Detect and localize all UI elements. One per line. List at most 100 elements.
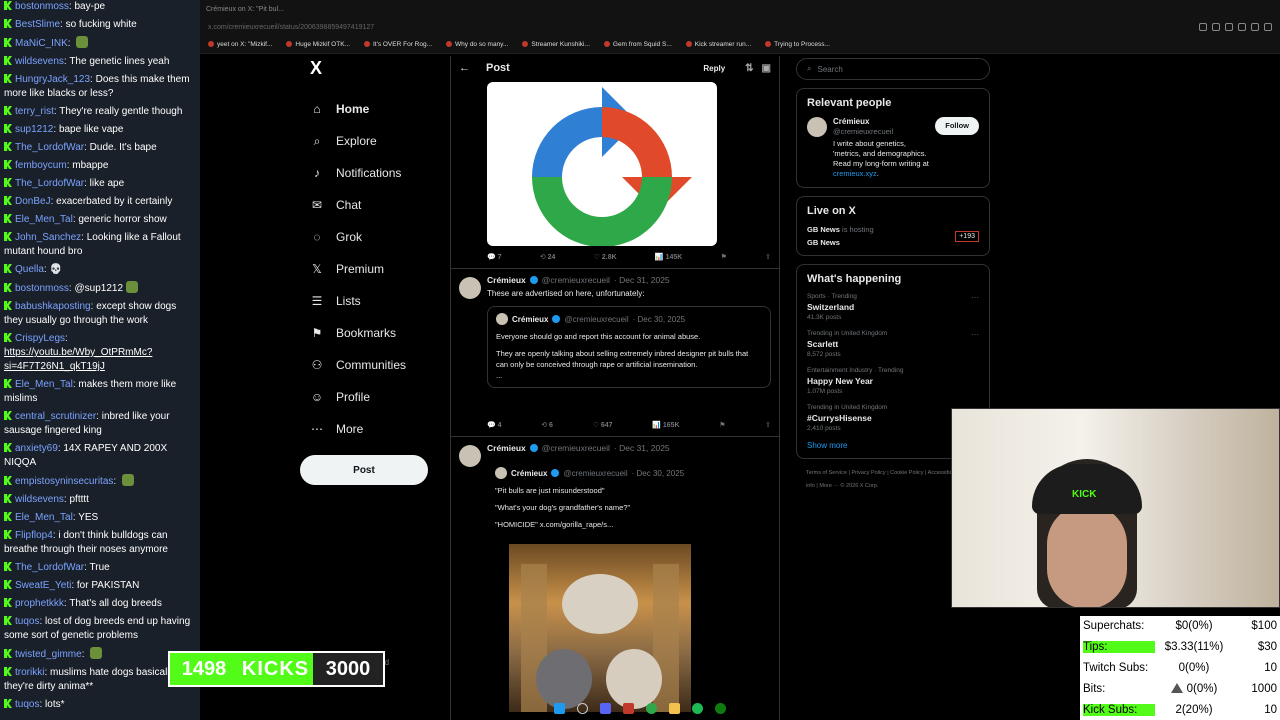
nav-item-more[interactable]: ⋯ More	[300, 413, 450, 445]
nav-item-lists[interactable]: ☰ Lists	[300, 285, 450, 317]
nav-item-explore[interactable]: ⌕ Explore	[300, 125, 450, 157]
bookmark-item[interactable]: Gem from Squid S...	[604, 41, 672, 48]
app-icon[interactable]	[623, 702, 634, 714]
chat-username[interactable]: wildsevens	[15, 494, 64, 505]
chat-username[interactable]: DonBeJ	[15, 196, 51, 207]
bookmark-item[interactable]: Trying to Process...	[765, 41, 830, 48]
chat-username[interactable]: MaNiC_INK	[15, 38, 68, 49]
chat-username[interactable]: tuqos	[15, 616, 39, 627]
chat-username[interactable]: bostonmoss	[15, 1, 69, 12]
more-options-icon[interactable]: ···	[971, 293, 979, 302]
nav-item-profile[interactable]: ☺ Profile	[300, 381, 450, 413]
chrome-icon[interactable]	[646, 702, 657, 714]
chat-username[interactable]: The_LordofWar	[15, 562, 84, 573]
author-name[interactable]: Crémieux	[487, 443, 526, 453]
tab-title[interactable]: Crémieux on X: "Pit bul...	[206, 6, 284, 13]
chat-username[interactable]: Ele_Men_Tal	[15, 214, 73, 225]
tweet[interactable]: Crémieux @cremieuxrecueil · Dec 31, 2025…	[451, 436, 779, 712]
spotify-icon[interactable]	[692, 702, 703, 714]
layout-icon[interactable]: ▣	[762, 63, 771, 74]
repost-count[interactable]: ⟲ 6	[541, 421, 553, 429]
bookmark-item[interactable]: Why do so many...	[446, 41, 508, 48]
quoted-tweet[interactable]: Crémieux @cremieuxrecueil · Dec 30, 2025…	[487, 459, 771, 536]
repost-count[interactable]: ⟲ 24	[540, 253, 556, 261]
chat-username[interactable]: Quella	[15, 264, 44, 275]
chat-username[interactable]: John_Sanchez	[15, 232, 81, 243]
person-handle[interactable]: @cremieuxrecueil	[833, 127, 929, 137]
chat-username[interactable]: Ele_Men_Tal	[15, 512, 73, 523]
chat-username[interactable]: HungryJack_123	[15, 74, 90, 85]
nav-item-premium[interactable]: 𝕏 Premium	[300, 253, 450, 285]
play-icon[interactable]	[1251, 23, 1259, 31]
chat-username[interactable]: twisted_gimme	[15, 649, 82, 660]
chat-username[interactable]: CrispyLegs	[15, 333, 65, 344]
chat-username[interactable]: trorikki	[15, 667, 44, 678]
chat-username[interactable]: Flipflop4	[15, 530, 53, 541]
follow-button[interactable]: Follow	[935, 117, 979, 135]
chat-username[interactable]: BestSlime	[15, 19, 60, 30]
chat-username[interactable]: anxiety69	[15, 443, 58, 454]
search-icon[interactable]	[577, 702, 588, 714]
person-card[interactable]: Crémieux @cremieuxrecueil I write about …	[807, 117, 979, 179]
chat-username[interactable]: Ele_Men_Tal	[15, 379, 73, 390]
back-arrow-icon[interactable]: ←	[459, 62, 470, 74]
chat-username[interactable]: sup1212	[15, 124, 53, 135]
url-text[interactable]: x.com/cremieuxrecueil/status/20063988594…	[208, 24, 1199, 31]
chat-username[interactable]: terry_rist	[15, 106, 54, 117]
view-count[interactable]: 📊 145K	[655, 253, 682, 261]
reply-button[interactable]: Reply	[703, 64, 725, 73]
tweet-date[interactable]: · Dec 31, 2025	[614, 275, 670, 285]
reply-count[interactable]: 💬 4	[487, 421, 502, 429]
person-name[interactable]: Crémieux	[833, 117, 929, 127]
bio-link[interactable]: cremieux.xyz	[833, 169, 877, 178]
more-options-icon[interactable]: ···	[971, 330, 979, 339]
chat-username[interactable]: The_LordofWar	[15, 178, 84, 189]
x-logo-icon[interactable]: X	[310, 58, 450, 79]
avatar[interactable]	[459, 277, 481, 299]
filter-icon[interactable]: ⇅	[745, 63, 753, 74]
chat-text[interactable]: https://youtu.be/Wby_OtPRmMc?si=4F7T26N1…	[4, 347, 152, 372]
nav-item-notifications[interactable]: ♪ Notifications	[300, 157, 450, 189]
dog-image[interactable]	[509, 544, 691, 712]
trend-item[interactable]: Entertainment Industry · Trending Happy N…	[807, 367, 979, 395]
discord-icon[interactable]	[600, 702, 611, 714]
xbox-icon[interactable]	[715, 702, 726, 714]
menu-icon[interactable]	[1264, 23, 1272, 31]
quoted-tweet[interactable]: Crémieux @cremieuxrecueil · Dec 30, 2025…	[487, 306, 771, 388]
bookmark-item[interactable]: It's OVER For Rog...	[364, 41, 432, 48]
tweet[interactable]: Crémieux @cremieuxrecueil · Dec 31, 2025…	[451, 268, 779, 414]
chat-username[interactable]: central_scrutinizer	[15, 411, 96, 422]
chat-username[interactable]: tuqos	[15, 699, 39, 710]
bookmark-item[interactable]: Huge Mizkif OTK...	[286, 41, 350, 48]
chat-username[interactable]: empistosyninsecuritas	[15, 476, 113, 487]
avatar[interactable]	[459, 445, 481, 467]
bookmark-icon[interactable]: ⚑	[719, 421, 725, 429]
chat-username[interactable]: prophetkkk	[15, 598, 64, 609]
like-count[interactable]: ♡ 2.8K	[594, 253, 617, 261]
nav-item-chat[interactable]: ✉ Chat	[300, 189, 450, 221]
chat-username[interactable]: The_LordofWar	[15, 142, 84, 153]
author-handle[interactable]: @cremieuxrecueil	[542, 275, 610, 285]
windows-start-icon[interactable]	[554, 702, 565, 714]
view-count[interactable]: 📊 165K	[652, 421, 679, 429]
nav-item-grok[interactable]: ◌ Grok	[300, 221, 450, 253]
search-input[interactable]: ⌕ Search	[796, 58, 990, 80]
recycle-logo-image[interactable]	[487, 82, 717, 246]
nav-item-bookmarks[interactable]: ⚑ Bookmarks	[300, 317, 450, 349]
zoom-icon[interactable]	[1199, 23, 1207, 31]
author-handle[interactable]: @cremieuxrecueil	[542, 443, 610, 453]
like-count[interactable]: ♡ 647	[593, 421, 613, 429]
author-name[interactable]: Crémieux	[487, 275, 526, 285]
reply-count[interactable]: 💬 7	[487, 253, 502, 261]
nav-item-communities[interactable]: ⚇ Communities	[300, 349, 450, 381]
post-button[interactable]: Post	[300, 455, 428, 485]
address-bar[interactable]: x.com/cremieuxrecueil/status/20063988594…	[200, 18, 1280, 36]
live-item[interactable]: GB News is hosting GB News +193	[807, 225, 979, 247]
extension-icon[interactable]	[1212, 23, 1220, 31]
share-icon[interactable]: ⇪	[765, 253, 771, 261]
trend-item[interactable]: Sports · Trending Switzerland 41.3K posts ·…	[807, 293, 979, 321]
bookmark-item[interactable]: Kick streamer run...	[686, 41, 751, 48]
bookmark-icon[interactable]: ⚑	[721, 253, 727, 261]
shield-icon[interactable]	[1225, 23, 1233, 31]
avatar[interactable]	[807, 117, 827, 137]
